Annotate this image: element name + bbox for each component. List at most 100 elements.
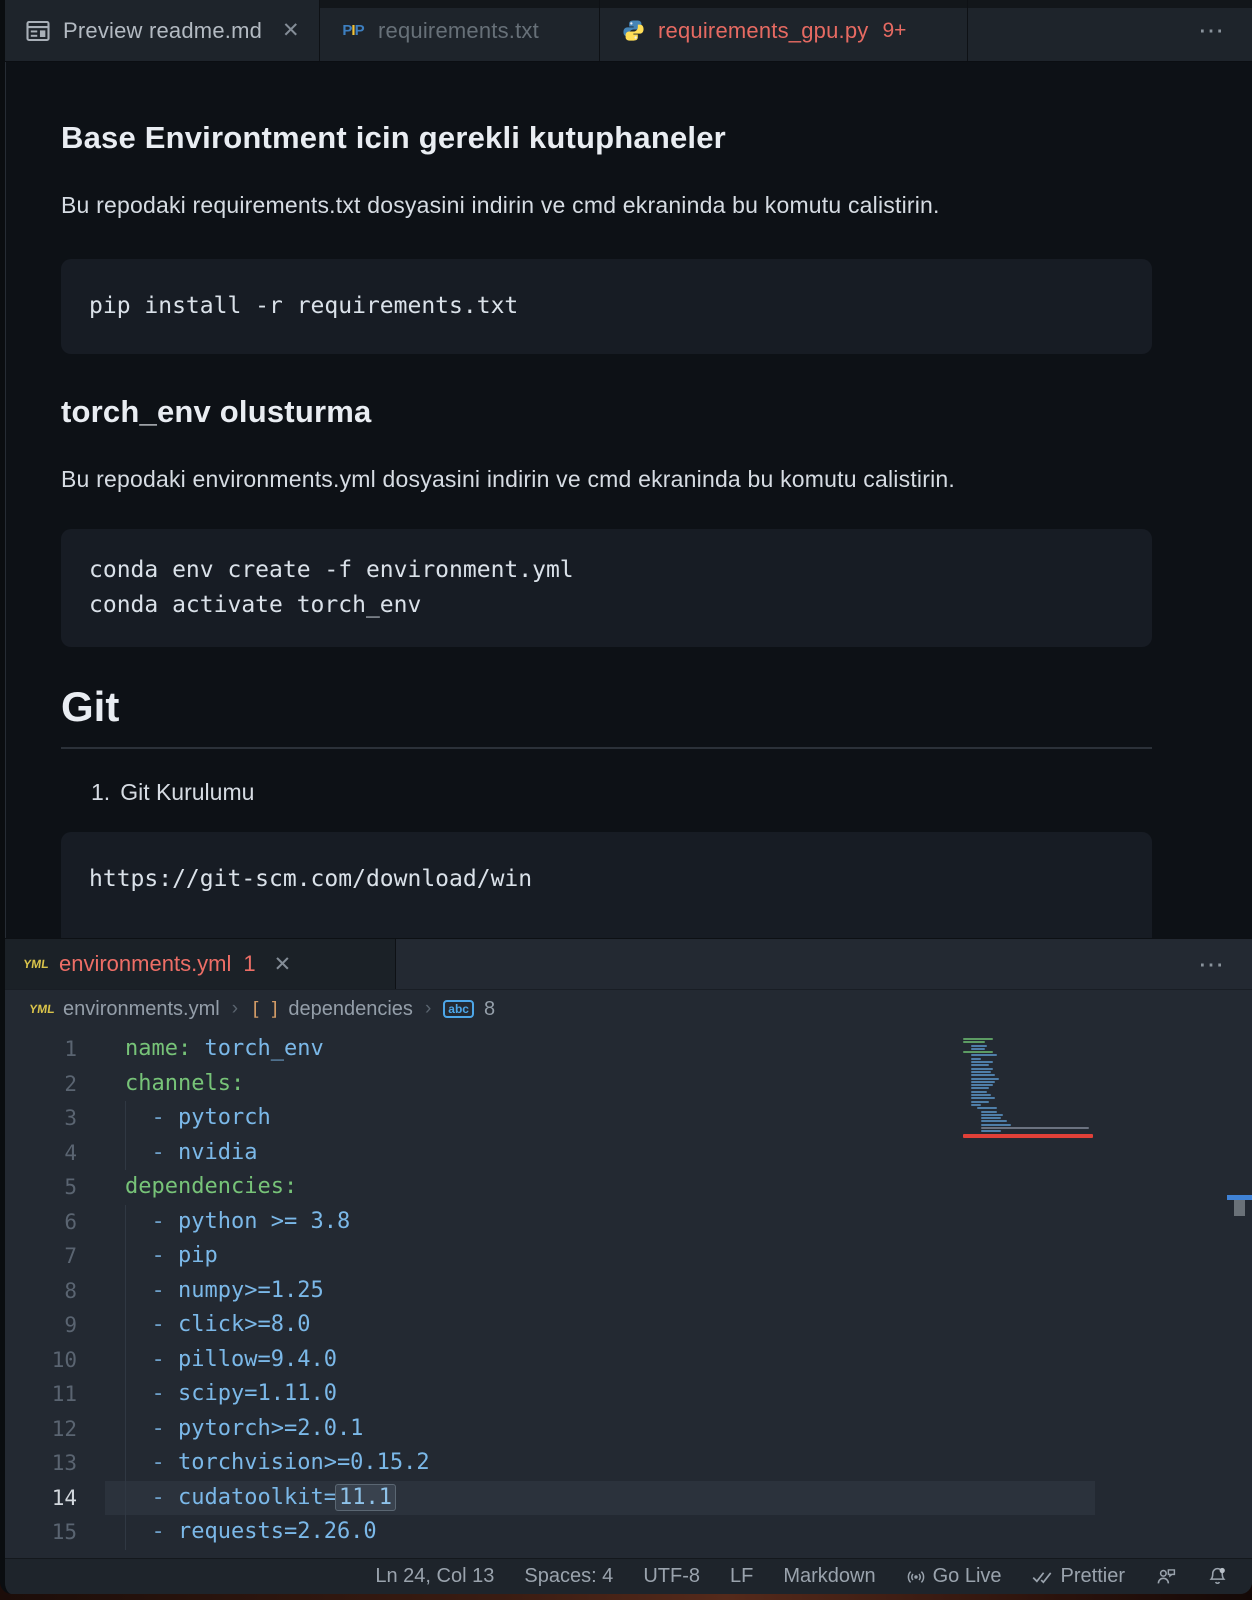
- indent-guide: [125, 1273, 126, 1308]
- line-number: 12: [51, 1416, 77, 1441]
- minimap-line: [963, 1051, 993, 1054]
- line-content: - pytorch: [125, 1101, 271, 1136]
- tab-label: Preview readme.md: [63, 17, 263, 43]
- bell-icon: [1207, 1566, 1228, 1587]
- line-number: 4: [64, 1140, 77, 1165]
- line-content: - pip: [125, 1239, 218, 1274]
- editor-line-9[interactable]: 9 - click>=8.0: [5, 1308, 1252, 1343]
- line-content: - cudatoolkit=11.1: [125, 1480, 396, 1515]
- minimap-line: [963, 1041, 985, 1044]
- more-actions-icon[interactable]: ⋯: [1172, 15, 1252, 46]
- editor-line-15[interactable]: 15 - requests=2.26.0: [5, 1515, 1252, 1550]
- breadcrumb-file[interactable]: environments.yml: [63, 998, 220, 1021]
- scrollbar-thumb[interactable]: [1234, 1200, 1245, 1216]
- ordered-list-item: 1. Git Kurulumu: [61, 779, 1152, 806]
- indent-guide: [125, 1411, 126, 1446]
- minimap-line: [963, 1038, 993, 1040]
- minimap-line: [981, 1123, 1011, 1126]
- minimap-line: [981, 1127, 1089, 1130]
- line-number: 10: [51, 1347, 77, 1372]
- indent-guide: [125, 1101, 126, 1136]
- minimap-line: [977, 1107, 997, 1110]
- prettier-label: Prettier: [1060, 1565, 1125, 1587]
- line-number: 5: [64, 1175, 77, 1199]
- minimap-line: [971, 1074, 995, 1077]
- status-bar: Ln 24, Col 13 Spaces: 4 UTF-8 LF Markdow…: [5, 1558, 1252, 1594]
- line-number: 13: [51, 1451, 77, 1475]
- editor-line-13[interactable]: 13 - torchvision>=0.15.2: [5, 1446, 1252, 1481]
- tab-label: requirements.txt: [378, 17, 539, 43]
- editor-line-4[interactable]: 4 - nvidia: [5, 1135, 1252, 1170]
- line-content: dependencies:: [125, 1174, 298, 1199]
- line-content: - python >= 3.8: [125, 1204, 350, 1239]
- tab-requirements-txt[interactable]: PIP requirements.txt: [320, 0, 600, 61]
- go-live-button[interactable]: Go Live: [906, 1565, 1002, 1588]
- preview-heading-base-env: Base Environtment icin gerekli kutuphane…: [61, 120, 726, 155]
- minimap-line: [971, 1094, 991, 1097]
- line-content: - click>=8.0: [125, 1308, 310, 1343]
- indent-guide: [125, 1480, 126, 1515]
- minimap-line: [981, 1130, 1001, 1133]
- broadcast-icon: [906, 1567, 926, 1587]
- minimap-line: [971, 1084, 993, 1087]
- yaml-file-icon: YML: [28, 1002, 56, 1016]
- line-content: - nvidia: [125, 1135, 257, 1170]
- heading-divider: [61, 747, 1152, 749]
- editor-line-11[interactable]: 11 - scipy=1.11.0: [5, 1377, 1252, 1412]
- cursor-position[interactable]: Ln 24, Col 13: [375, 1565, 494, 1588]
- indent-guide: [125, 1135, 126, 1170]
- more-actions-icon[interactable]: ⋯: [1172, 949, 1252, 980]
- feedback-button[interactable]: [1155, 1566, 1177, 1587]
- list-number: 1.: [91, 779, 111, 805]
- encoding-setting[interactable]: UTF-8: [643, 1565, 700, 1588]
- breadcrumb-index[interactable]: 8: [484, 998, 495, 1021]
- minimap-line: [981, 1113, 1003, 1116]
- minimap-line: [971, 1080, 995, 1083]
- notifications-button[interactable]: [1207, 1566, 1228, 1587]
- minimap-line: [971, 1057, 981, 1060]
- editor-line-5[interactable]: 5 dependencies:: [5, 1170, 1252, 1205]
- code-block-conda: conda env create -f environment.yml cond…: [61, 529, 1152, 647]
- line-content: channels:: [125, 1070, 245, 1096]
- minimap-line: [971, 1064, 989, 1067]
- editor-line-10[interactable]: 10 - pillow=9.4.0: [5, 1342, 1252, 1377]
- minimap[interactable]: [963, 1038, 1095, 1139]
- editor-line-6[interactable]: 6 - python >= 3.8: [5, 1204, 1252, 1239]
- editor-tab-bar: Preview readme.md ✕ PIP requirements.txt…: [5, 0, 1252, 62]
- minimap-line: [971, 1044, 987, 1047]
- editor-line-12[interactable]: 12 - pytorch>=2.0.1: [5, 1411, 1252, 1446]
- minimap-line: [971, 1070, 991, 1073]
- tab-requirements-gpu-py[interactable]: requirements_gpu.py 9+: [600, 0, 968, 61]
- line-content: - torchvision>=0.15.2: [125, 1446, 430, 1481]
- minimap-line: [971, 1047, 985, 1050]
- indent-guide: [125, 1515, 126, 1550]
- minimap-line: [971, 1087, 989, 1090]
- line-content: name: torch_env: [125, 1036, 324, 1061]
- tab-label: environments.yml: [59, 951, 232, 976]
- line-number: 14: [51, 1485, 77, 1510]
- indent-guide: [125, 1204, 126, 1239]
- minimap-line: [971, 1077, 999, 1080]
- markdown-preview-icon: [25, 18, 51, 44]
- line-number: 15: [51, 1520, 77, 1544]
- code-block-pip-install: pip install -r requirements.txt: [61, 259, 1152, 354]
- tab-label: requirements_gpu.py: [658, 17, 869, 43]
- editor-line-14[interactable]: 14 - cudatoolkit=11.1: [5, 1480, 1252, 1515]
- breadcrumb-node[interactable]: dependencies: [288, 998, 413, 1021]
- prettier-button[interactable]: Prettier: [1032, 1565, 1125, 1588]
- editor-line-8[interactable]: 8 - numpy>=1.25: [5, 1273, 1252, 1308]
- eol-setting[interactable]: LF: [730, 1565, 753, 1588]
- editor-line-7[interactable]: 7 - pip: [5, 1239, 1252, 1274]
- line-content: - requests=2.26.0: [125, 1515, 377, 1550]
- language-mode[interactable]: Markdown: [783, 1565, 875, 1588]
- close-icon[interactable]: ✕: [274, 952, 292, 977]
- yaml-code-editor[interactable]: 1 name: torch_env 2 channels: 3 - pytorch 4 -…: [5, 1028, 1252, 1558]
- problems-badge: 1: [243, 951, 256, 976]
- indent-guide: [125, 1446, 126, 1481]
- close-icon[interactable]: ✕: [282, 18, 300, 43]
- indentation-setting[interactable]: Spaces: 4: [524, 1565, 613, 1588]
- tab-environments-yml[interactable]: YML environments.yml 1 ✕: [5, 939, 396, 989]
- markdown-preview-pane: Base Environtment icin gerekli kutuphane…: [5, 62, 1252, 938]
- indent-guide: [125, 1342, 126, 1377]
- tab-preview-readme[interactable]: Preview readme.md ✕: [5, 0, 320, 61]
